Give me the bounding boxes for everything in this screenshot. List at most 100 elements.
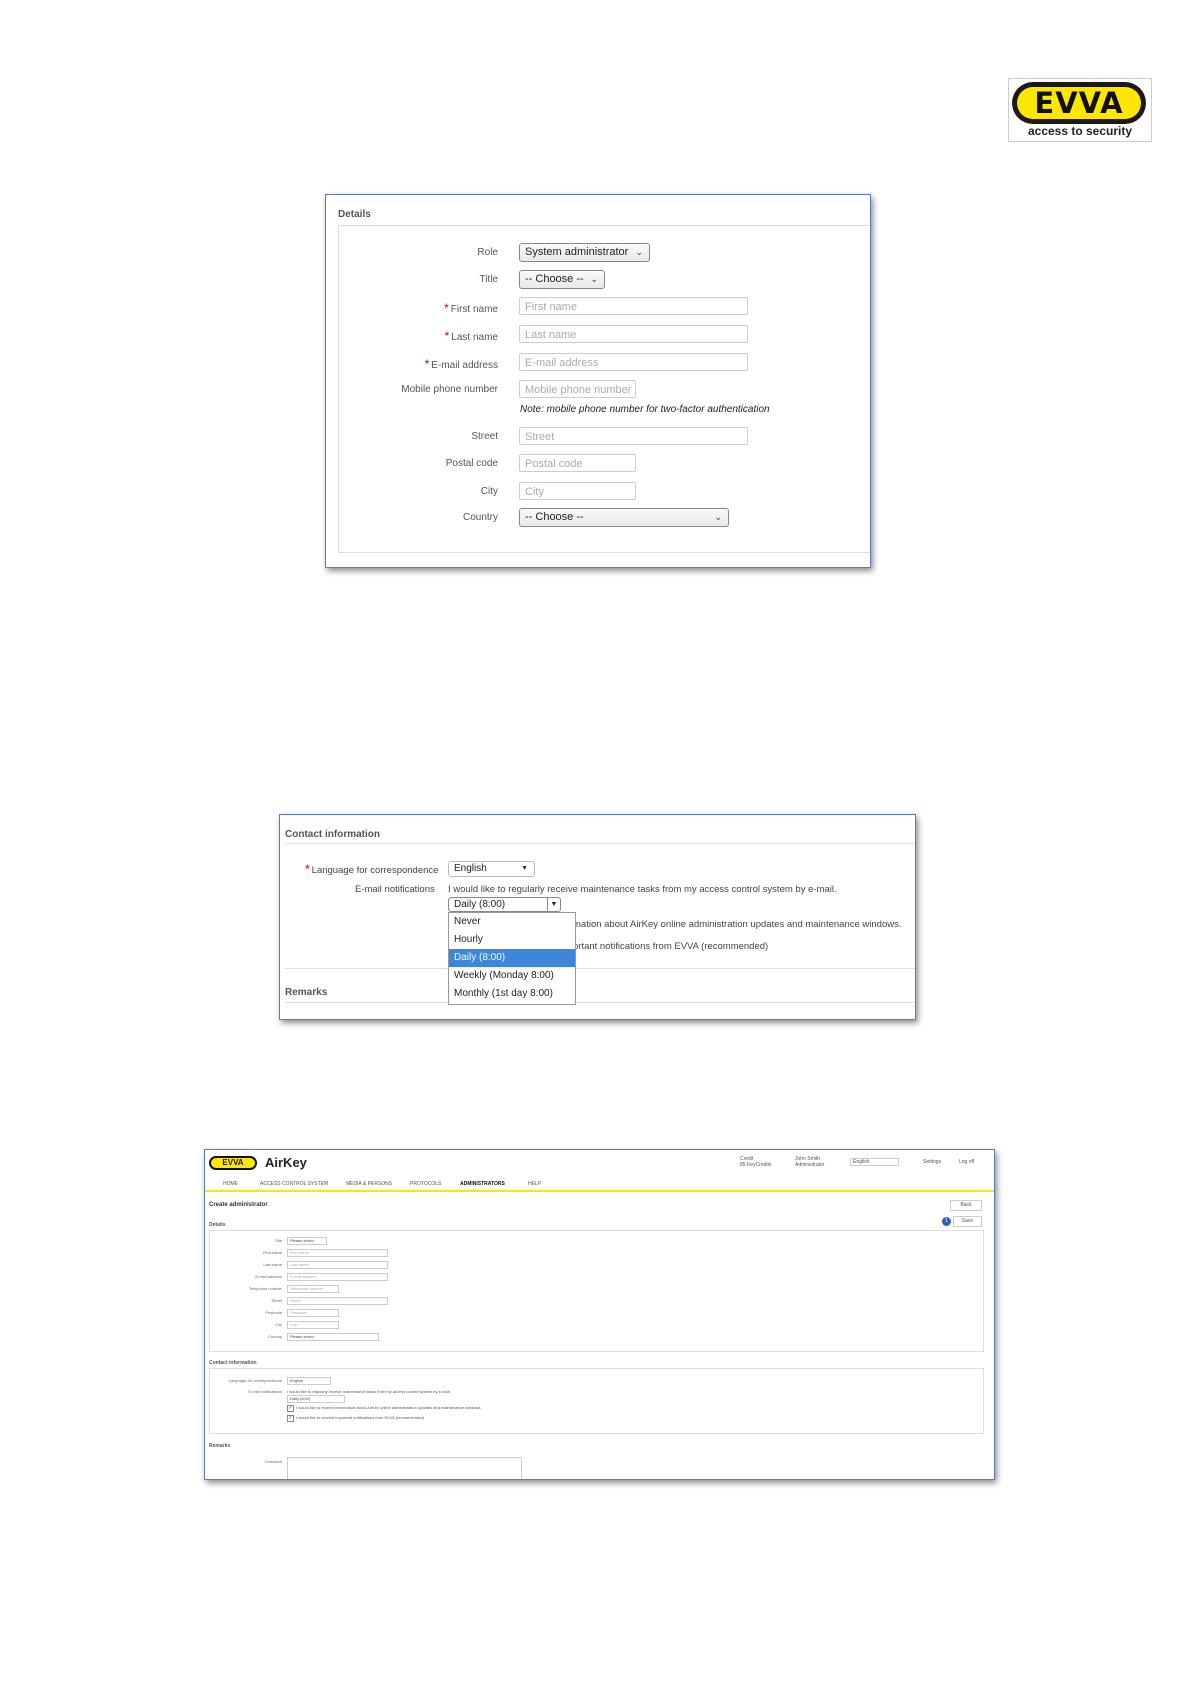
divider [285, 1002, 915, 1003]
nav-help[interactable]: HELP [528, 1181, 541, 1187]
user-role: Administrator [795, 1162, 825, 1168]
language-select[interactable]: English [287, 1377, 331, 1385]
country-select[interactable]: -- Choose -- ⌄ [519, 508, 729, 527]
frequency-option[interactable]: Weekly (Monday 8:00) [449, 967, 575, 985]
contact-section-title: Contact information [285, 829, 380, 840]
nav-access-control[interactable]: ACCESS CONTROL SYSTEM [260, 1181, 328, 1187]
street-input[interactable]: Street [287, 1297, 388, 1305]
city-input[interactable]: City [519, 482, 636, 500]
contact-panel-screenshot: Contact information * Language for corres… [279, 814, 916, 1020]
comment-textarea[interactable] [287, 1457, 522, 1479]
role-select[interactable]: System administrator ⌄ [519, 243, 650, 262]
email-label: * E-mail address [298, 357, 498, 371]
last-name-input[interactable]: Last name [287, 1261, 388, 1269]
details-panel-screenshot: Details Role System administrator ⌄ Titl… [325, 194, 871, 568]
logo-wordmark: EVVA [1017, 87, 1141, 119]
title-select[interactable]: -- Choose -- ⌄ [519, 270, 605, 289]
telephone-input[interactable]: Telephone number [287, 1285, 339, 1293]
dropdown-arrow-icon[interactable]: ▼ [547, 898, 560, 911]
required-asterisk: * [444, 329, 450, 343]
frequency-option-selected[interactable]: Daily (8:00) [449, 949, 575, 967]
details-section-title: Details [338, 209, 371, 220]
country-select[interactable]: Please select [287, 1333, 379, 1341]
city-label: City [480, 486, 498, 497]
last-name-input[interactable]: Last name [519, 325, 748, 343]
page-title: Create administrator [209, 1202, 268, 1208]
language-label: Language for correspondence [228, 1378, 282, 1383]
mobile-input[interactable]: Mobile phone number [519, 380, 636, 398]
postcode-input[interactable]: Postcode [287, 1309, 339, 1317]
last-name-label-text: Last name [451, 332, 498, 343]
divider [285, 843, 915, 844]
title-select[interactable]: Please select [287, 1237, 327, 1245]
frequency-option[interactable]: Never [449, 913, 575, 931]
maintenance-text: I would like to regularly receive mainte… [287, 1389, 451, 1394]
first-name-label-text: First name [450, 304, 498, 315]
email-label-text: E-mail address [431, 360, 498, 371]
required-asterisk: * [424, 357, 430, 371]
app-name: AirKey [265, 1155, 307, 1170]
contact-section-title: Contact information [209, 1360, 257, 1366]
frequency-select[interactable]: Daily (8:00) [287, 1395, 345, 1403]
postal-code-input[interactable]: Postal code [519, 454, 636, 472]
nav-accent-bar [205, 1190, 994, 1192]
form-label: Country [267, 1334, 282, 1339]
logo-pill: EVVA [1012, 82, 1146, 124]
postal-code-label: Postal code [445, 458, 498, 469]
remarks-section-title: Remarks [285, 987, 328, 998]
email-input[interactable]: E-mail address [287, 1273, 388, 1281]
checkbox-updates[interactable]: ✓ [287, 1405, 294, 1412]
mobile-note: Note: mobile phone number for two-factor… [520, 404, 770, 415]
first-name-input[interactable]: First name [519, 297, 748, 315]
nav-media-persons[interactable]: MEDIA & PERSONS [346, 1181, 392, 1187]
chevron-down-icon: ⌄ [714, 512, 722, 522]
airkey-app-screenshot: EVVA AirKey Credit 85 KeyCredits John Sm… [204, 1149, 995, 1480]
credit-value: 85 KeyCredits [740, 1162, 772, 1168]
back-button-label: Back [960, 1202, 972, 1208]
country-label: Country [462, 512, 498, 523]
save-button-label: Save [961, 1218, 974, 1224]
frequency-select-value: Daily (8:00) [454, 899, 506, 910]
maintenance-text: I would like to regularly receive mainte… [448, 884, 837, 895]
logoff-link[interactable]: Log off [959, 1159, 974, 1165]
email-input[interactable]: E-mail address [519, 353, 748, 371]
chevron-down-icon: ⌄ [635, 247, 643, 257]
frequency-option[interactable]: Monthly (1st day 8:00) [449, 985, 575, 1003]
required-asterisk: * [444, 301, 449, 315]
caret-down-icon: ▼ [521, 865, 528, 872]
email-notifications-label: E-mail notifications [355, 884, 435, 895]
form-label: Postcode [265, 1310, 282, 1315]
language-selector[interactable]: English [850, 1158, 899, 1166]
mobile-label: Mobile phone number [401, 384, 498, 395]
app-brand-wordmark: EVVA [211, 1158, 255, 1168]
user-info[interactable]: John Smith Administrator [795, 1156, 840, 1168]
language-select[interactable]: English ▼ [448, 861, 535, 877]
settings-link[interactable]: Settings [923, 1159, 941, 1165]
city-input[interactable]: City [287, 1321, 339, 1329]
nav-administrators[interactable]: ADMINISTRATORS [460, 1181, 505, 1187]
nav-home[interactable]: HOME [223, 1181, 238, 1187]
checkbox-notifications[interactable]: ✓ [287, 1415, 294, 1422]
role-select-value: System administrator [525, 246, 629, 258]
check-updates-label: I would like to receive information abou… [296, 1405, 482, 1410]
save-button[interactable]: Save [953, 1216, 982, 1227]
form-label: First name [263, 1250, 282, 1255]
street-input[interactable]: Street [519, 427, 748, 445]
country-select-value: -- Choose -- [525, 511, 584, 523]
step-badge: 1 [942, 1217, 951, 1226]
form-label: Last name [263, 1262, 282, 1267]
form-label: City [275, 1322, 282, 1327]
form-label: E-mail address [255, 1274, 282, 1279]
evva-logo: EVVA access to security [1008, 78, 1152, 142]
title-label: Title [479, 274, 498, 285]
frequency-select[interactable]: Daily (8:00) ▼ [448, 897, 561, 912]
nav-protocols[interactable]: PROTOCOLS [410, 1181, 441, 1187]
frequency-option[interactable]: Hourly [449, 931, 575, 949]
details-section-title: Details [209, 1222, 226, 1228]
first-name-input[interactable]: First name [287, 1249, 388, 1257]
title-select-value: -- Choose -- [525, 273, 584, 285]
credit-info: Credit 85 KeyCredits [740, 1156, 785, 1168]
form-label: Title [274, 1238, 282, 1243]
back-button[interactable]: Back [950, 1200, 982, 1211]
language-selector-value: English [853, 1159, 870, 1165]
